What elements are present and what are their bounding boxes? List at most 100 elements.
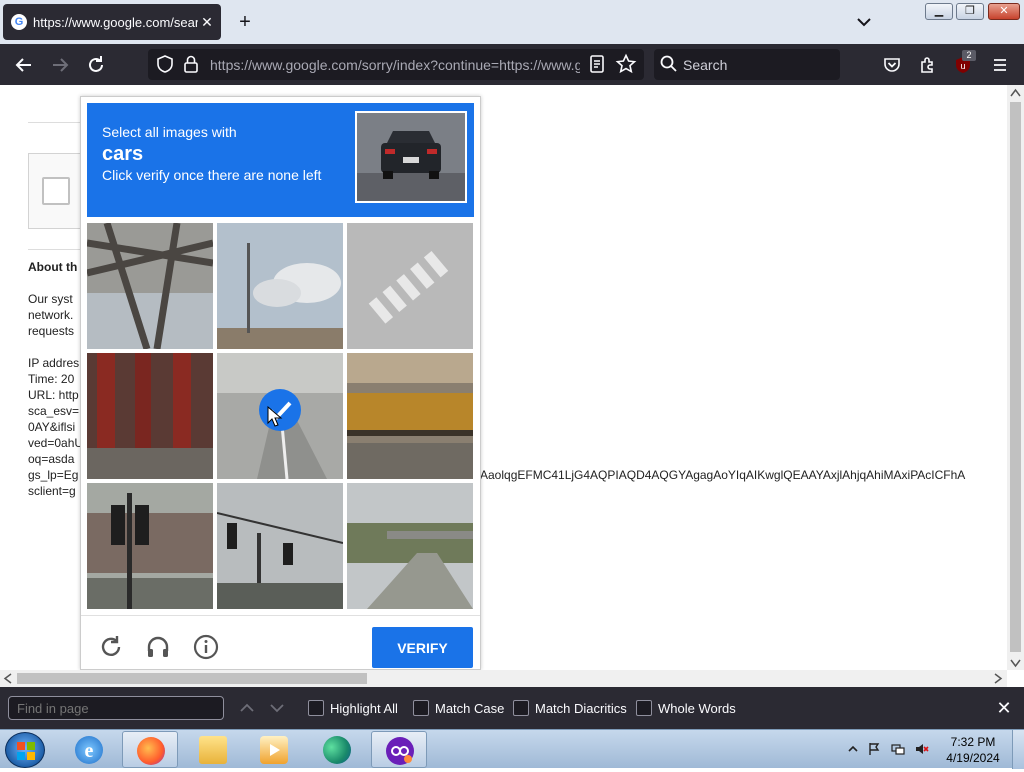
highlight-all-checkbox[interactable] [308,700,324,716]
scroll-up-icon[interactable] [1010,88,1021,101]
volume-muted-icon[interactable] [915,742,929,756]
scroll-right-icon[interactable] [993,673,1003,687]
about-heading: About th [28,260,78,274]
info-line: 0AY&iflsi [28,420,76,434]
find-previous-icon[interactable] [238,699,256,717]
taskbar-file-explorer[interactable] [185,731,241,768]
instruction-text: Select all images with [102,124,237,140]
body-line: requests [28,324,75,338]
network-icon[interactable] [891,742,905,756]
info-line: gs_lp=Eg [28,468,79,482]
search-icon [658,53,680,75]
challenge-footer: VERIFY [81,615,480,671]
system-clock[interactable]: 7:32 PM 4/19/2024 [942,734,1004,766]
tab-strip: G https://www.google.com/search ✕ + ▁ ❐ … [0,0,1024,44]
find-input[interactable] [8,696,224,720]
match-case-label[interactable]: Match Case [435,701,504,716]
clock-date: 4/19/2024 [946,751,1000,765]
window-maximize-button[interactable]: ❐ [956,3,984,20]
horizontal-scrollbar[interactable] [0,670,1007,687]
whole-words-label[interactable]: Whole Words [658,701,736,716]
reader-view-icon[interactable] [586,53,608,75]
search-bar[interactable]: Search [654,49,840,80]
info-line: oq=asda [28,452,75,466]
reload-challenge-icon[interactable] [98,634,124,660]
show-hidden-icons-icon[interactable] [846,742,860,756]
match-diacritics-checkbox[interactable] [513,700,529,716]
taskbar-internet-explorer[interactable]: e [61,731,117,768]
taskbar-tor-browser[interactable] [371,731,427,768]
image-tile-bridge-girders[interactable] [87,223,213,349]
start-button-windows-logo-icon[interactable] [5,732,45,768]
vertical-scroll-thumb[interactable] [1010,102,1021,652]
find-in-page-bar: Highlight All Match Case Match Diacritic… [0,687,1024,729]
horizontal-scroll-thumb[interactable] [17,673,367,684]
highlight-all-label[interactable]: Highlight All [330,701,398,716]
hamburger-menu-icon[interactable] [989,54,1011,76]
sample-car-image [355,111,467,203]
image-tile-red-building[interactable] [87,353,213,479]
forward-arrow-icon[interactable] [49,54,71,76]
window-close-button[interactable]: ✕ [988,3,1020,20]
shield-icon[interactable] [154,53,176,75]
verify-button[interactable]: VERIFY [372,627,473,668]
taskbar-edge[interactable] [309,731,365,768]
tab-title: https://www.google.com/search [33,14,198,30]
whole-words-checkbox[interactable] [636,700,652,716]
image-tile-traffic-light-street[interactable] [217,483,343,609]
body-line: network. [28,308,74,322]
reload-icon[interactable] [85,54,107,76]
body-line: Our syst [28,292,73,306]
internet-explorer-icon: e [75,736,103,764]
list-all-tabs-chevron-down-icon[interactable] [855,14,873,30]
tab-close-icon[interactable]: ✕ [199,14,215,30]
taskbar-media-player[interactable] [246,731,302,768]
image-tile-stone-bridge[interactable] [347,353,473,479]
svg-text:e: e [85,740,94,762]
info-line: URL: http [28,388,79,402]
find-next-icon[interactable] [268,699,286,717]
image-tile-sky-clouds[interactable] [217,223,343,349]
url-text[interactable]: https://www.google.com/sorry/index?conti… [210,57,580,73]
edge-icon [323,736,351,764]
match-diacritics-label[interactable]: Match Diacritics [535,701,627,716]
recaptcha-checkbox[interactable] [42,177,70,205]
navigation-toolbar: https://www.google.com/sorry/index?conti… [0,44,1024,85]
url-bar[interactable]: https://www.google.com/sorry/index?conti… [148,49,644,80]
recaptcha-challenge: Select all images with cars Click verify… [80,96,481,670]
divider [28,249,88,250]
info-icon[interactable] [193,634,219,660]
target-object: cars [102,143,144,165]
vertical-scrollbar[interactable] [1007,85,1024,670]
pocket-icon[interactable] [881,54,903,76]
firefox-icon [137,737,165,765]
match-case-checkbox[interactable] [413,700,429,716]
taskbar-firefox[interactable] [122,731,178,768]
extensions-puzzle-icon[interactable] [917,54,939,76]
back-arrow-icon[interactable] [13,54,35,76]
scroll-left-icon[interactable] [3,673,13,687]
audio-challenge-headphones-icon[interactable] [145,634,171,660]
ublock-count-badge: 2 [962,50,976,61]
action-center-flag-icon[interactable] [867,742,881,756]
tor-browser-icon [386,737,414,765]
media-player-icon [260,736,288,764]
window-minimize-button[interactable]: ▁ [925,3,953,20]
image-tile-overpass-road[interactable] [347,483,473,609]
new-tab-button[interactable]: + [234,11,256,33]
info-line: ved=0ahU [28,436,84,450]
bookmark-star-icon[interactable] [615,53,637,75]
tab-google-search[interactable]: G https://www.google.com/search ✕ [3,4,221,40]
info-line: sclient=g [28,484,76,498]
svg-text:u: u [960,61,965,71]
scroll-down-icon[interactable] [1010,657,1021,671]
info-line: Time: 20 [28,372,75,386]
image-tile-traffic-light[interactable] [87,483,213,609]
show-desktop-button[interactable] [1012,730,1024,769]
windows-taskbar: e 7:32 PM 4/19/2024 [0,729,1024,769]
find-close-icon[interactable]: ✕ [994,698,1014,718]
folder-icon [199,736,227,764]
url-param-overflow: AaolqgEFMC41LjG4AQPIAQD4AQGYAgagAoYIqAIK… [480,468,966,482]
lock-icon[interactable] [180,53,202,75]
image-tile-crosswalk[interactable] [347,223,473,349]
